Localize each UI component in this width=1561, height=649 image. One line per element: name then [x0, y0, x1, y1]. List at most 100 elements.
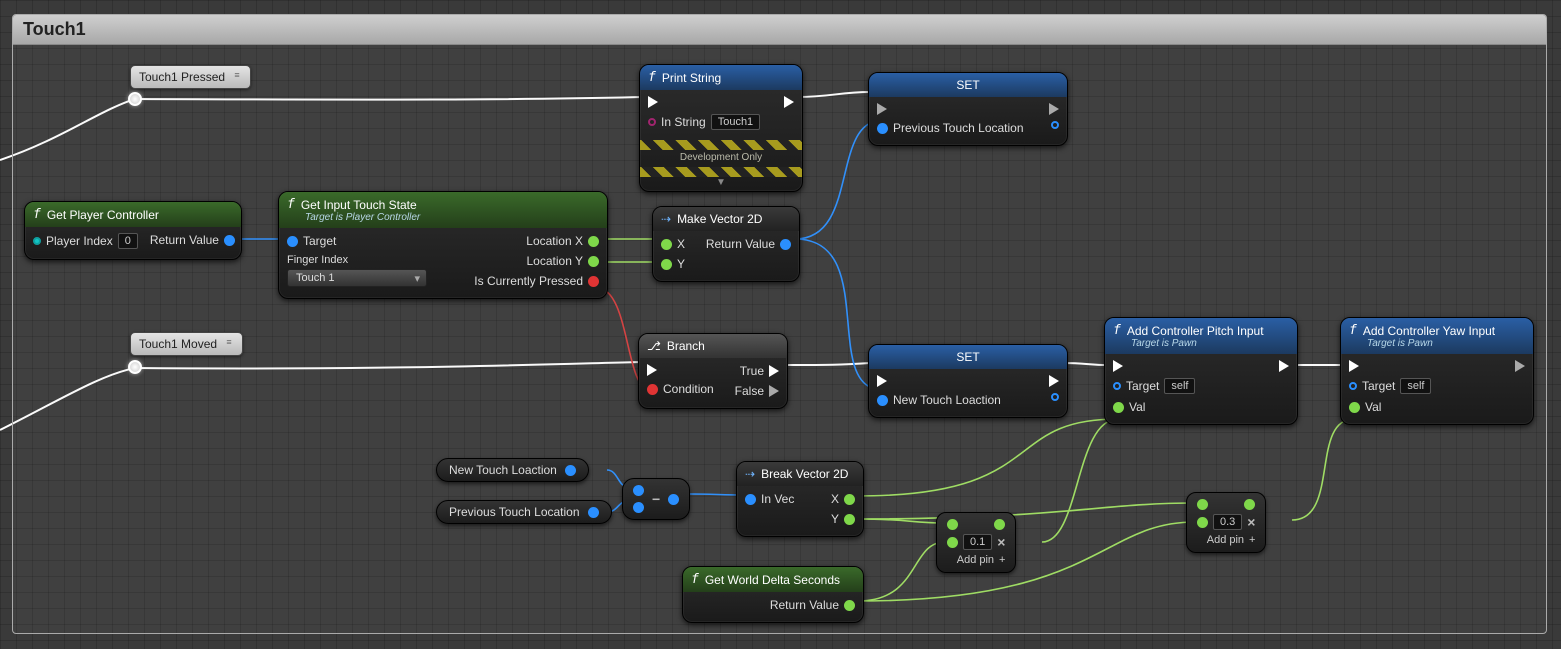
pin-y[interactable]: [661, 259, 672, 270]
node-set-new-touch[interactable]: SET New Touch Loaction: [868, 344, 1068, 418]
exec-in[interactable]: [648, 96, 658, 108]
pin-label: Location X: [526, 234, 583, 248]
pin-a[interactable]: [947, 519, 958, 530]
exec-in[interactable]: [647, 364, 657, 376]
in-string-input[interactable]: Touch1: [711, 114, 760, 130]
pin-condition[interactable]: [647, 384, 658, 395]
value-input[interactable]: 0.3: [1213, 514, 1242, 530]
pin-b[interactable]: [1197, 517, 1208, 528]
exec-true[interactable]: [769, 365, 779, 377]
node-add-pitch-input[interactable]: fAdd Controller Pitch Input Target is Pa…: [1104, 317, 1298, 425]
exec-in[interactable]: [1349, 360, 1359, 372]
pin-label: Return Value: [150, 233, 219, 247]
node-branch[interactable]: ⎇Branch Condition True False: [638, 333, 788, 409]
pin-val[interactable]: [1113, 402, 1124, 413]
pin-target[interactable]: [1113, 382, 1121, 390]
exec-out[interactable]: [784, 96, 794, 108]
pin-label: Player Index: [46, 234, 113, 248]
node-title: Add Controller Pitch Input: [1127, 324, 1264, 338]
event-touch1-pressed[interactable]: Touch1 Pressed: [130, 65, 251, 89]
node-title: Break Vector 2D: [761, 467, 848, 481]
pin-label: Previous Touch Location: [893, 121, 1024, 135]
target-input[interactable]: self: [1164, 378, 1195, 394]
pin-target[interactable]: [287, 236, 298, 247]
pin-is-pressed[interactable]: [588, 276, 599, 287]
pin-return[interactable]: [844, 600, 855, 611]
pin-var-in[interactable]: [877, 395, 888, 406]
exec-out[interactable]: [1049, 375, 1059, 387]
pin-val[interactable]: [1349, 402, 1360, 413]
comment-title[interactable]: Touch1: [13, 15, 1546, 45]
var-new-touch-location[interactable]: New Touch Loaction: [436, 458, 589, 482]
node-title: Add Controller Yaw Input: [1363, 324, 1495, 338]
node-set-previous-touch[interactable]: SET Previous Touch Location: [868, 72, 1068, 146]
pin-label: In Vec: [761, 492, 794, 506]
node-get-world-delta-seconds[interactable]: fGet World Delta Seconds Return Value: [682, 566, 864, 623]
pin-x[interactable]: [661, 239, 672, 250]
pin-label: X: [831, 492, 839, 506]
pin-target[interactable]: [1349, 382, 1357, 390]
pin-b[interactable]: [633, 502, 644, 513]
pin-x[interactable]: [844, 494, 855, 505]
pin-in-string[interactable]: [648, 118, 656, 126]
exec-in[interactable]: [877, 375, 887, 387]
plus-icon[interactable]: +: [1249, 534, 1255, 546]
exec-out[interactable]: [1515, 360, 1525, 372]
exec-out[interactable]: [1049, 103, 1059, 115]
add-pin-label[interactable]: Add pin: [1207, 534, 1244, 546]
make-struct-icon: ⇢: [661, 212, 671, 226]
add-pin-label[interactable]: Add pin: [957, 554, 994, 566]
pin-var-out[interactable]: [1051, 393, 1059, 401]
node-add-yaw-input[interactable]: fAdd Controller Yaw Input Target is Pawn…: [1340, 317, 1534, 425]
node-get-player-controller[interactable]: fGet Player Controller Player Index 0 Re…: [24, 201, 242, 260]
pin-a[interactable]: [1197, 499, 1208, 510]
player-index-input[interactable]: 0: [118, 233, 138, 249]
pin-y[interactable]: [844, 514, 855, 525]
value-input[interactable]: 0.1: [963, 534, 992, 550]
pin-var-in[interactable]: [877, 123, 888, 134]
pin-var-out[interactable]: [1051, 121, 1059, 129]
node-multiply-2[interactable]: 0.3× Add pin +: [1186, 492, 1266, 553]
exec-in[interactable]: [877, 103, 887, 115]
plus-icon[interactable]: +: [999, 554, 1005, 566]
node-multiply-1[interactable]: 0.1× Add pin +: [936, 512, 1016, 573]
var-label: New Touch Loaction: [449, 463, 557, 477]
pin-label: In String: [661, 115, 706, 129]
pin-locx[interactable]: [588, 236, 599, 247]
node-title: Branch: [667, 339, 705, 353]
pin-label: Location Y: [527, 254, 584, 268]
node-make-vector-2d[interactable]: ⇢Make Vector 2D X Y Return Value: [652, 206, 800, 282]
pin-out[interactable]: [994, 519, 1005, 530]
event-touch1-moved[interactable]: Touch1 Moved: [130, 332, 243, 356]
pin-label: New Touch Loaction: [893, 393, 1001, 407]
pin-b[interactable]: [947, 537, 958, 548]
pin-locy[interactable]: [588, 256, 599, 267]
pin-a[interactable]: [633, 485, 644, 496]
pin-label: False: [735, 384, 764, 398]
node-title: Get World Delta Seconds: [705, 573, 840, 587]
event-label: Touch1 Pressed: [139, 70, 225, 84]
pin-invec[interactable]: [745, 494, 756, 505]
pin-label: Val: [1129, 400, 1145, 414]
node-break-vector-2d[interactable]: ⇢Break Vector 2D In Vec X Y: [736, 461, 864, 537]
node-get-input-touch-state[interactable]: fGet Input Touch State Target is Player …: [278, 191, 608, 299]
var-previous-touch-location[interactable]: Previous Touch Location: [436, 500, 612, 524]
pin-out[interactable]: [668, 494, 679, 505]
pin-out[interactable]: [1244, 499, 1255, 510]
node-print-string[interactable]: fPrint String In String Touch1 Developme…: [639, 64, 803, 192]
pin-label: Val: [1365, 400, 1381, 414]
exec-out[interactable]: [1279, 360, 1289, 372]
node-subtract[interactable]: −: [622, 478, 690, 520]
pin-label: Condition: [663, 382, 714, 396]
minus-icon: −: [652, 491, 660, 507]
finger-index-select[interactable]: Touch 1: [287, 269, 427, 287]
pin-out[interactable]: [588, 507, 599, 518]
target-input[interactable]: self: [1400, 378, 1431, 394]
pin-return[interactable]: [224, 235, 235, 246]
pin-return[interactable]: [780, 239, 791, 250]
pin-player-index[interactable]: [33, 237, 41, 245]
exec-false[interactable]: [769, 385, 779, 397]
expand-arrow-icon[interactable]: ▼: [640, 177, 802, 191]
pin-out[interactable]: [565, 465, 576, 476]
exec-in[interactable]: [1113, 360, 1123, 372]
